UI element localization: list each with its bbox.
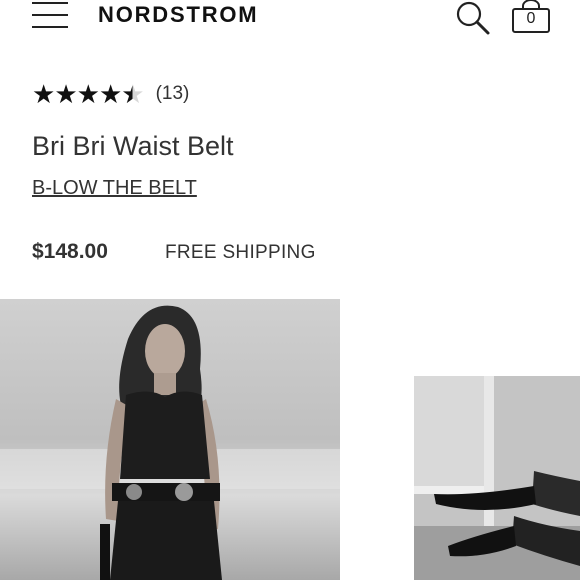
star-icon: ★ [121, 79, 144, 109]
review-count[interactable]: (13) [156, 83, 190, 105]
product-rating[interactable]: ★★★★★ (13) [32, 80, 189, 108]
star-icon: ★ [76, 79, 100, 109]
brand-link[interactable]: B-LOW THE BELT [32, 177, 197, 200]
nordstrom-logo[interactable]: NORDSTROM [98, 2, 258, 28]
menu-icon[interactable] [32, 2, 68, 30]
product-title: Bri Bri Waist Belt [32, 131, 234, 161]
star-icon: ★ [98, 79, 122, 109]
model-wearing-belt-photo[interactable] [0, 299, 340, 580]
search-icon[interactable] [455, 0, 491, 36]
rating-stars: ★★★★★ [32, 79, 145, 109]
free-shipping-label: FREE SHIPPING [165, 242, 316, 263]
bag-count: 0 [526, 10, 536, 27]
model-legs-heels-photo[interactable] [414, 376, 580, 580]
star-icon: ★ [32, 79, 55, 109]
site-header: NORDSTROM 0 [0, 0, 580, 50]
star-icon: ★ [54, 79, 77, 109]
shopping-bag-icon[interactable]: 0 [511, 0, 551, 36]
product-price: $148.00 [32, 240, 108, 263]
